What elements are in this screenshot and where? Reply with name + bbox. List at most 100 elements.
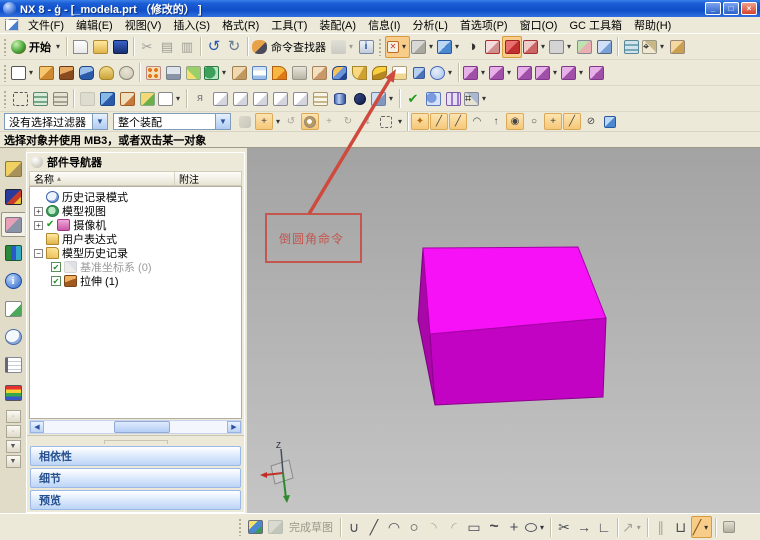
selection-scope-dropdown[interactable]: 整个装配 ▼ — [113, 113, 231, 130]
sphere-button[interactable]: ▾ — [429, 62, 455, 84]
snap-existing-point-toggle[interactable]: ╱ — [563, 113, 581, 130]
wireframe-selected-button[interactable] — [502, 35, 522, 58]
toolbar-grip[interactable] — [3, 63, 7, 82]
offset-face-button[interactable] — [309, 62, 329, 84]
wireframe-button[interactable] — [482, 36, 502, 58]
datum-csys-triad[interactable]: Z — [260, 441, 294, 503]
wave-link-button[interactable] — [183, 62, 203, 84]
chamfer-sketch-button[interactable]: ◜ — [444, 516, 464, 538]
fillet-button[interactable]: ◝ — [424, 516, 444, 538]
select-prev-button[interactable]: + — [320, 113, 338, 130]
facet-style-button[interactable]: ▾ — [522, 36, 548, 58]
pattern-feature-button[interactable] — [143, 62, 163, 84]
show-hide-button[interactable] — [77, 88, 97, 110]
menu-gc-toolbox[interactable]: GC 工具箱 — [563, 16, 628, 34]
face-blend-button[interactable] — [369, 62, 389, 84]
dependencies-panel-bar[interactable]: 相依性 — [30, 446, 241, 466]
snap-solid-toggle[interactable] — [601, 113, 619, 130]
pin-button[interactable]: я — [190, 88, 210, 110]
tree-row-history-mode[interactable]: 历史记录模式 — [34, 190, 241, 204]
capsule-button[interactable] — [350, 88, 370, 110]
redo-button[interactable]: ↻ — [224, 36, 244, 58]
snap-point-toggle[interactable]: ✦ — [411, 113, 429, 130]
edit-rollback-1-button[interactable] — [210, 88, 230, 110]
quick-extend-button[interactable]: → — [574, 516, 594, 538]
menu-insert[interactable]: 插入(S) — [167, 16, 216, 34]
finish-sketch-label[interactable]: 完成草图 — [289, 519, 333, 535]
cylinder-button[interactable] — [330, 88, 350, 110]
datum-plane-button[interactable] — [36, 62, 56, 84]
tube-button[interactable] — [409, 62, 429, 84]
menu-file[interactable]: 文件(F) — [22, 16, 70, 34]
offset-region-button[interactable] — [586, 62, 606, 84]
display-mode-button[interactable]: ✕ ▾ — [385, 35, 410, 58]
shell-button[interactable] — [249, 62, 269, 84]
copy-button[interactable]: ▤ — [157, 36, 177, 58]
layer-settings-button[interactable] — [621, 36, 641, 58]
expand-icon[interactable]: + — [34, 220, 43, 230]
navigator-hscrollbar[interactable]: ◀ ▶ — [29, 420, 242, 434]
pan-view-button[interactable] — [594, 36, 614, 58]
point-button[interactable]: + — [504, 516, 524, 538]
edge-blend-button[interactable] — [329, 62, 349, 84]
profile-button[interactable]: ∪ — [344, 516, 364, 538]
paste-button[interactable]: ▥ — [177, 36, 197, 58]
select-next-button[interactable]: ↻ — [339, 113, 357, 130]
general-selection-button[interactable] — [236, 113, 254, 130]
studio-spline-button[interactable]: ~ — [484, 516, 504, 538]
scroll-thumb[interactable] — [113, 421, 170, 433]
hd3d-visual-report-button[interactable] — [423, 88, 443, 110]
start-button[interactable]: 开始 ▾ — [10, 36, 63, 58]
touch-mode-button[interactable]: ▾ — [330, 36, 356, 58]
scroll-right-icon[interactable]: ▶ — [227, 421, 241, 433]
arc-button[interactable]: ◠ — [384, 516, 404, 538]
scroll-left-icon[interactable]: ◀ — [30, 421, 44, 433]
details-panel-bar[interactable]: 细节 — [30, 468, 241, 488]
snap-intersection-toggle[interactable]: + — [544, 113, 562, 130]
rendering-style-button[interactable]: ◑ — [462, 36, 482, 58]
edit-rollback-3-button[interactable] — [250, 88, 270, 110]
menu-preferences[interactable]: 首选项(P) — [454, 16, 514, 34]
column-note[interactable]: 附注 — [175, 172, 241, 186]
layer-category-button[interactable] — [50, 88, 70, 110]
mirror-feature-button[interactable] — [163, 62, 183, 84]
tree-row-datum-csys[interactable]: ✔ 基准坐标系 (0) — [34, 260, 241, 274]
column-name[interactable]: 名称 ▴ — [30, 172, 175, 186]
move-object-button[interactable] — [137, 88, 157, 110]
layer-visible-button[interactable] — [30, 88, 50, 110]
snap-plus-button[interactable]: + — [255, 113, 273, 130]
scroll-track[interactable] — [44, 421, 227, 433]
tree-row-extrude[interactable]: ✔ 拉伸 (1) — [34, 274, 241, 288]
resource-scroll-bottom[interactable]: ▼ — [5, 455, 21, 468]
annotation-editor-button[interactable]: ▾ — [157, 88, 183, 110]
web-browser-tab[interactable] — [1, 296, 25, 321]
menu-view[interactable]: 视图(V) — [119, 16, 168, 34]
constraint-navigator-tab[interactable] — [1, 184, 25, 209]
panel-resize-notch[interactable] — [103, 440, 168, 444]
circle-button[interactable]: ○ — [404, 516, 424, 538]
orient-view-button[interactable] — [574, 36, 594, 58]
assembly-navigator-tab[interactable] — [1, 156, 25, 181]
sketch-plane-button[interactable] — [265, 516, 285, 538]
snap-center-toggle[interactable]: ◉ — [506, 113, 524, 130]
deform-button[interactable]: ▾ — [370, 88, 396, 110]
extrude-button[interactable] — [56, 62, 76, 84]
blend-pocket-button[interactable] — [96, 62, 116, 84]
wcs-button[interactable]: ⌖ ▾ — [641, 36, 667, 58]
trim-extend-button[interactable] — [229, 62, 249, 84]
view-orientation-button[interactable]: ▾ — [410, 36, 436, 58]
command-finder-button[interactable]: 命令查找器 — [251, 36, 330, 58]
graphics-window[interactable]: Z 倒圆角命令 — [247, 148, 760, 513]
toolbar-grip[interactable] — [238, 518, 242, 536]
menu-analysis[interactable]: 分析(L) — [406, 16, 453, 34]
geometric-constraints-button[interactable]: ∥ — [651, 516, 671, 538]
quick-trim-button[interactable]: ✂ — [554, 516, 574, 538]
open-button[interactable] — [90, 36, 110, 58]
snap-control-point-toggle[interactable]: ◠ — [468, 113, 486, 130]
tree-row-user-expressions[interactable]: 用户表达式 — [34, 232, 241, 246]
resource-scroll-small-1[interactable]: · — [5, 410, 21, 423]
cut-button[interactable]: ✂ — [137, 36, 157, 58]
edit-rollback-2-button[interactable] — [230, 88, 250, 110]
measure-button[interactable] — [117, 88, 137, 110]
preview-panel-bar[interactable]: 预览 — [30, 490, 241, 510]
